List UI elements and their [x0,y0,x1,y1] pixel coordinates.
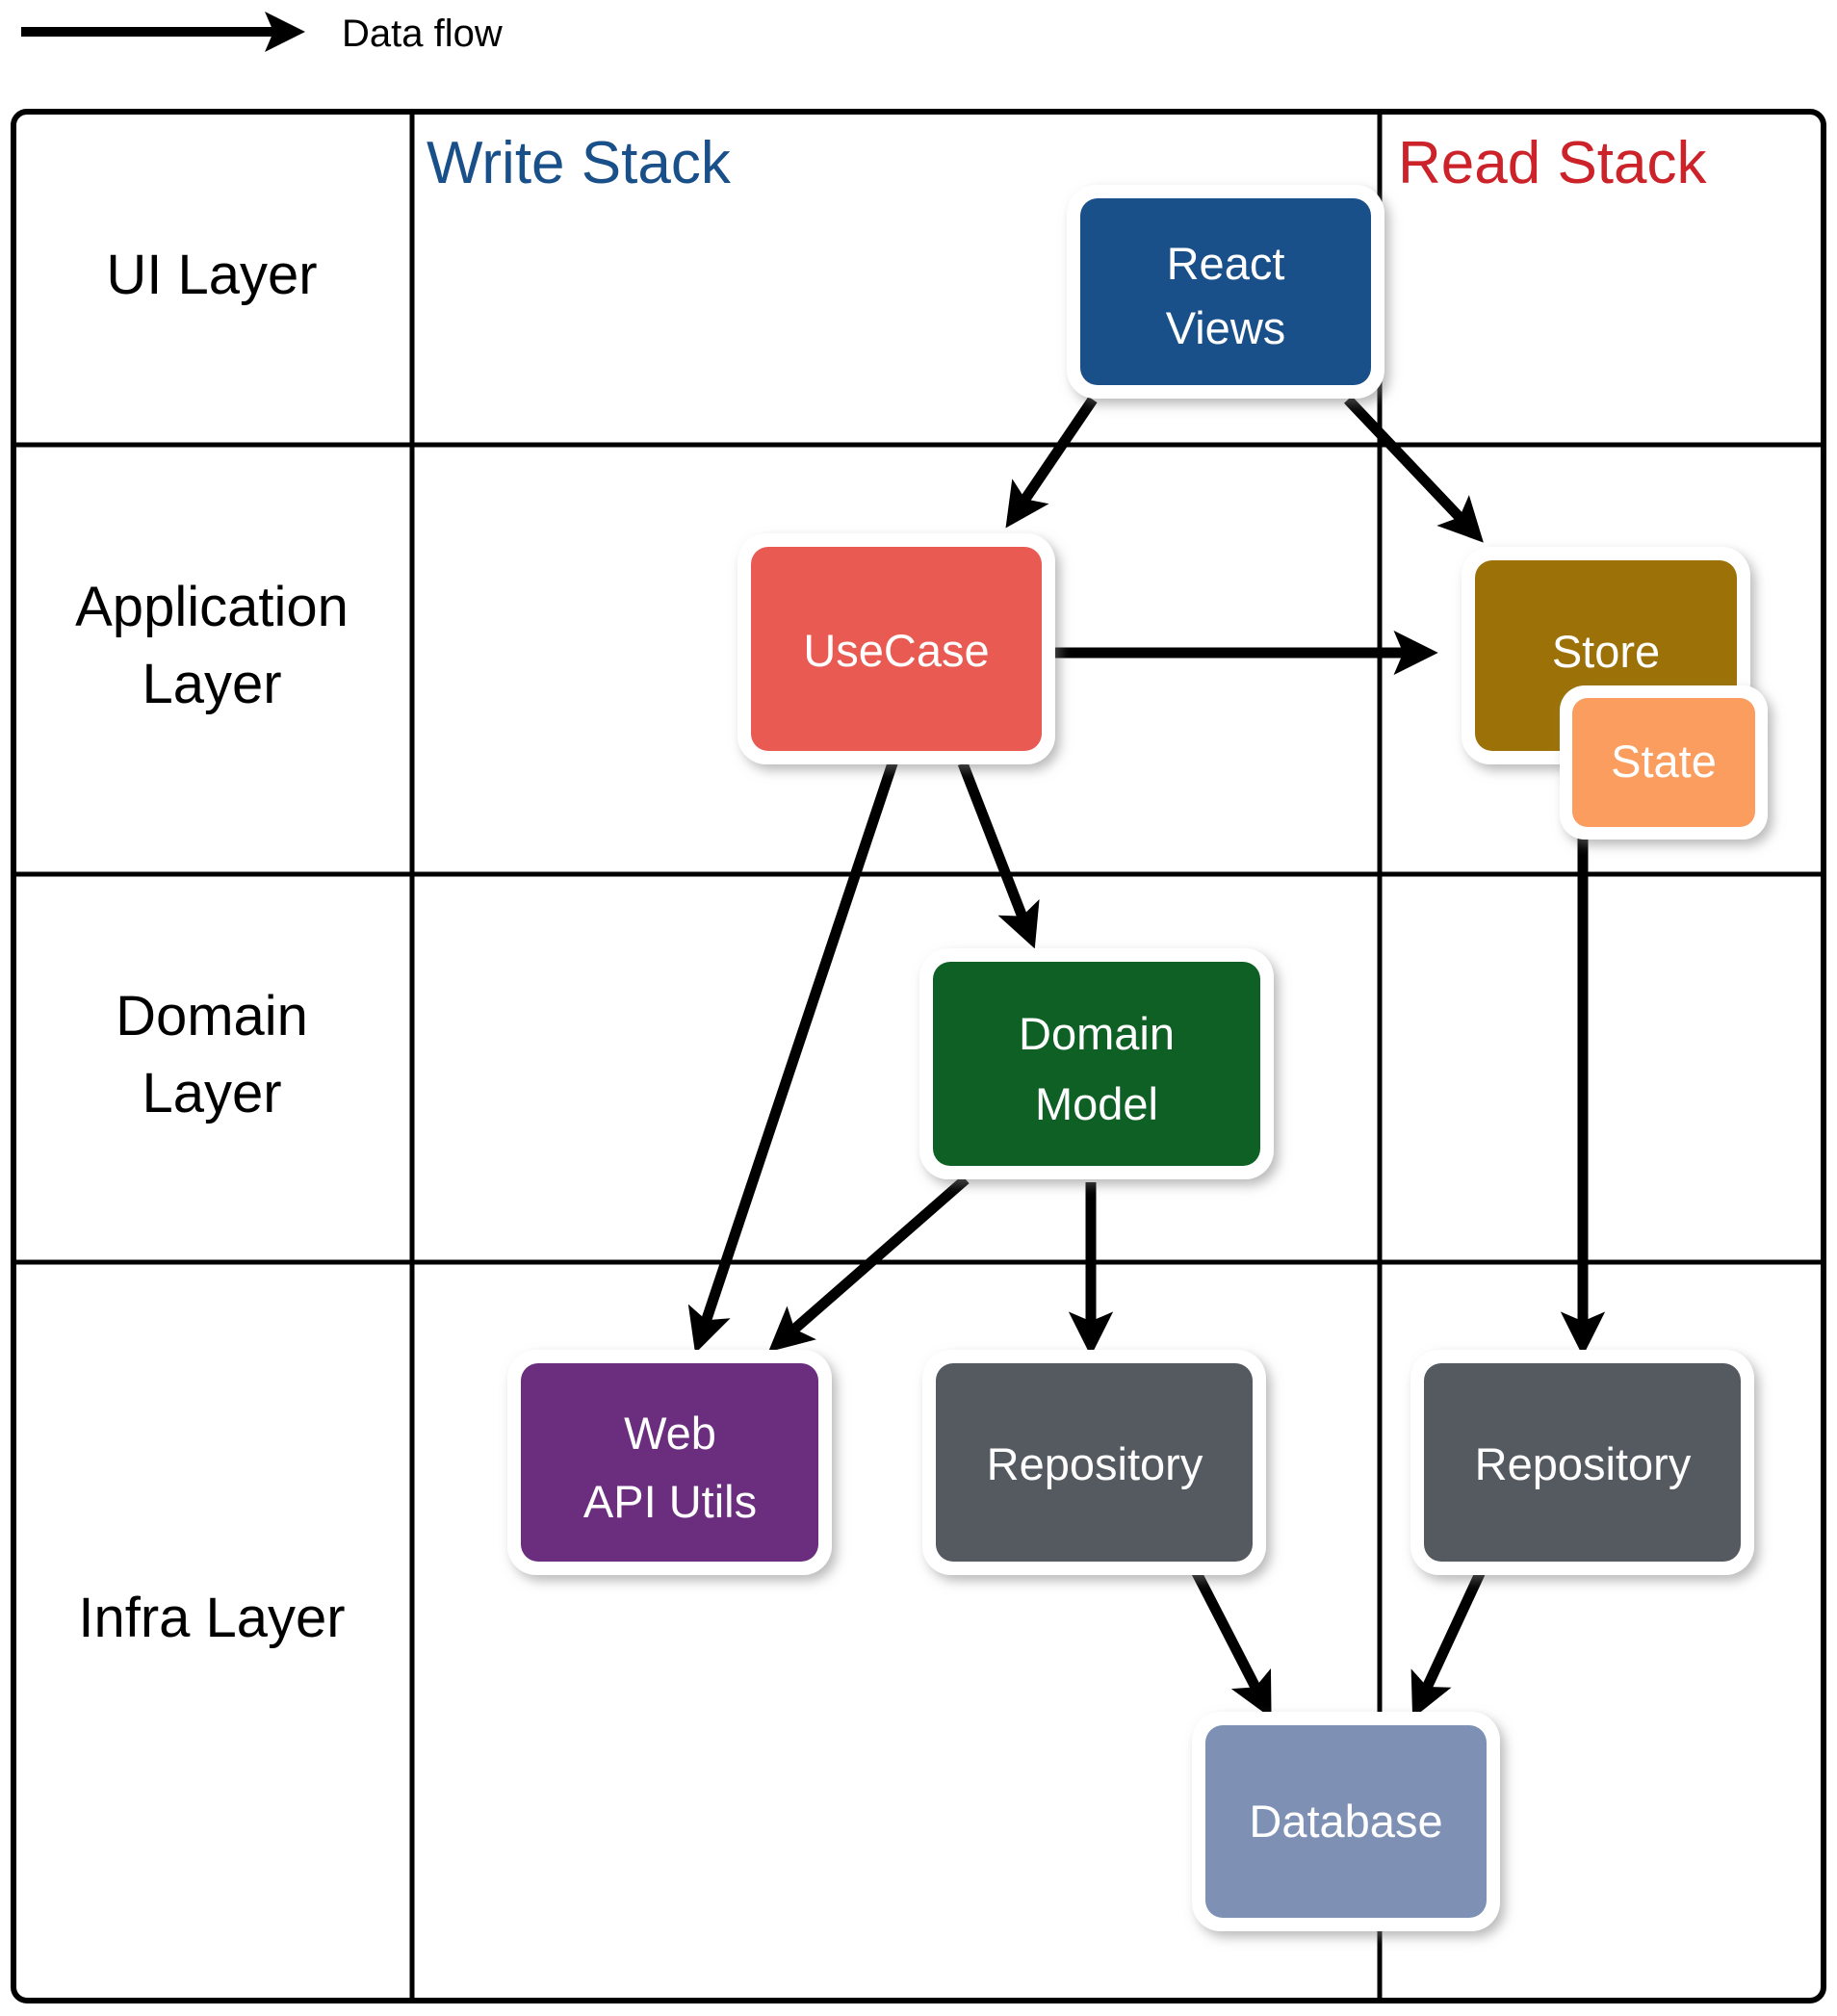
node-domain-model-label-line-1: Domain [1019,1008,1175,1059]
architecture-diagram: Data flow Write Stack Read Stack UI Laye… [0,0,1837,2016]
node-state-label-line-1: State [1611,736,1717,787]
row-label-domain-layer: Domain Layer [116,985,308,1124]
row-label-application-layer: Application Layer [75,576,349,715]
row-label-domain-layer-line-2: Layer [142,1062,281,1124]
node-web-api-utils-label-line-2: API Utils [583,1476,757,1527]
node-domain-model-fill [933,962,1260,1166]
edge-usecase-to-domain-model [957,762,1040,949]
row-label-domain-layer-line-1: Domain [116,985,308,1047]
grid-outer-border [11,109,1826,2003]
row-label-infra-layer-line-1: Infra Layer [78,1587,345,1649]
diagram-canvas: Data flow Write Stack Read Stack UI Laye… [11,12,1826,2003]
node-react-views[interactable]: React Views [1067,185,1384,399]
edge-usecase-to-web-api-utils [687,759,899,1354]
node-react-views-fill [1080,198,1371,385]
row-label-infra-layer: Infra Layer [78,1587,345,1649]
node-database[interactable]: Database [1192,1712,1500,1931]
node-repository-write-label-line-1: Repository [987,1438,1203,1489]
node-usecase-label-line-1: UseCase [803,625,989,676]
node-web-api-utils-label-line-1: Web [624,1408,716,1459]
node-web-api-utils-fill [521,1363,818,1562]
node-usecase[interactable]: UseCase [737,533,1055,764]
row-label-ui-layer-line-1: UI Layer [106,244,317,306]
edge-react-views-to-usecase [1005,396,1098,529]
data-flow-label: Data flow [342,13,503,55]
node-store-label-line-1: Store [1552,626,1660,677]
legend-data-flow: Data flow [21,12,503,55]
edge-react-views-to-store [1344,396,1484,543]
edge-repository-read-to-database [1410,1564,1488,1719]
layer-grid [11,109,1826,2003]
node-react-views-label-line-2: Views [1166,302,1286,353]
edge-repository-write-to-database [1189,1564,1272,1719]
row-label-application-layer-line-1: Application [75,576,349,638]
column-header-read-stack: Read Stack [1398,130,1708,196]
row-label-ui-layer: UI Layer [106,244,317,306]
node-state[interactable]: State [1560,685,1768,840]
node-web-api-utils[interactable]: Web API Utils [507,1350,832,1575]
node-repository-write[interactable]: Repository [922,1350,1266,1575]
node-react-views-label-line-1: React [1167,238,1285,289]
row-label-application-layer-line-2: Layer [142,653,281,715]
node-repository-read-label-line-1: Repository [1475,1438,1692,1489]
node-repository-read[interactable]: Repository [1410,1350,1754,1575]
column-header-write-stack: Write Stack [427,130,732,196]
node-database-label-line-1: Database [1249,1796,1442,1847]
node-domain-model-label-line-2: Model [1035,1078,1158,1129]
node-domain-model[interactable]: Domain Model [919,948,1274,1179]
